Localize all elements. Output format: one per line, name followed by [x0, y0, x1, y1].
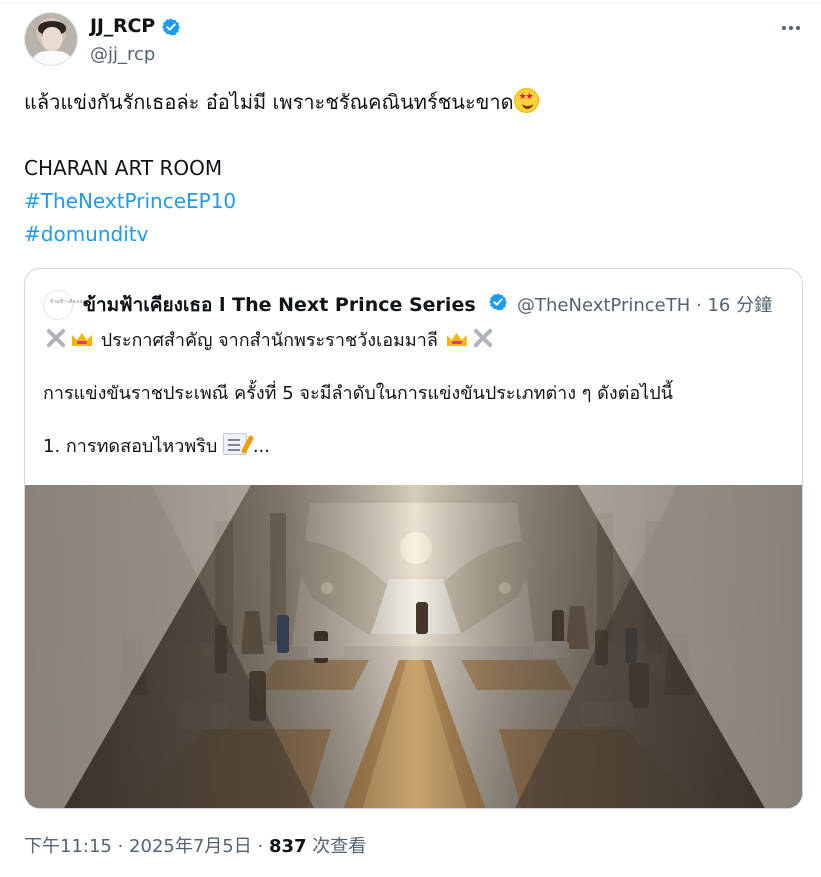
hashtag-link[interactable]: #TheNextPrinceEP10	[24, 185, 794, 218]
more-dot-icon	[796, 26, 800, 30]
top-edge	[0, 0, 821, 4]
avatar[interactable]	[24, 12, 78, 66]
palace-hall-illustration	[25, 485, 802, 808]
quoted-line-1: ประกาศสำคัญ จากสำนักพระราชวังเอมมาลี	[43, 325, 788, 356]
quoted-account-logo-text: ข้ามฟ้า เคียงเธอ	[50, 299, 86, 305]
quoted-time[interactable]: · 16 分鐘	[696, 295, 772, 316]
quoted-account-avatar[interactable]: ข้ามฟ้า เคียงเธอ	[43, 290, 86, 320]
emoji-mouth	[521, 103, 533, 109]
quoted-display-name[interactable]: ข้ามฟ้าเคียงเธอ l The Next Prince Series	[83, 290, 476, 320]
quoted-tweet-text: ประกาศสำคัญ จากสำนักพระราชวังเอมมาลี การ…	[43, 325, 788, 462]
account-handle[interactable]: @jj_rcp	[90, 44, 155, 65]
tweet-line-1: แล้วแข่งกันรักเธอล่ะ อ๋อไม่มี เพราะชรัณค…	[24, 86, 794, 119]
palace-hall-image[interactable]	[25, 485, 802, 808]
more-dot-icon	[789, 26, 793, 30]
quoted-handle-time[interactable]: @TheNextPrinceTH · 16 分鐘	[517, 291, 772, 317]
tweet-timestamp[interactable]: 下午11:15 · 2025年7月5日 ·	[24, 836, 263, 857]
quoted-tweet-header: ข้ามฟ้า เคียงเธอ ข้ามฟ้าเคียงเธอ l The N…	[43, 289, 785, 320]
memo-icon	[223, 433, 248, 455]
crossed-swords-icon	[43, 325, 69, 349]
tweet-metadata: 下午11:15 · 2025年7月5日 · 837 次查看	[24, 832, 366, 858]
crown-icon	[69, 325, 95, 349]
star-struck-icon	[513, 88, 539, 113]
avatar-face	[42, 27, 62, 51]
verified-badge-icon	[162, 18, 180, 36]
quoted-line-2: การแข่งขันราชประเพณี ครั้งที่ 5 จะมีลำดั…	[43, 383, 673, 404]
tweet-main-sentence: แล้วแข่งกันรักเธอล่ะ อ๋อไม่มี เพราะชรัณค…	[24, 90, 514, 114]
hashtag-link[interactable]: #domunditv	[24, 218, 794, 251]
crown-icon	[444, 325, 470, 349]
tweet-line-caption: CHARAN ART ROOM	[24, 156, 223, 180]
more-options-button[interactable]	[778, 16, 804, 40]
more-dot-icon	[782, 26, 786, 30]
tweet-text: แล้วแข่งกันรักเธอล่ะ อ๋อไม่มี เพราะชรัณค…	[24, 86, 794, 251]
quoted-announcement: ประกาศสำคัญ จากสำนักพระราชวังเอมมาลี	[100, 330, 438, 351]
quoted-line-3: 1. การทดสอบไหวพริบ ...	[43, 431, 788, 462]
quoted-handle[interactable]: @TheNextPrinceTH	[517, 295, 690, 316]
crossed-swords-icon	[470, 325, 496, 349]
views-label: 次查看	[312, 836, 367, 857]
quoted-tweet-card[interactable]: ข้ามฟ้า เคียงเธอ ข้ามฟ้าเคียงเธอ l The N…	[24, 268, 803, 809]
tweet-header: JJ_RCP @jj_rcp	[24, 12, 804, 68]
display-name[interactable]: JJ_RCP	[90, 15, 155, 37]
views-count: 837	[268, 836, 307, 857]
avatar-body	[33, 51, 71, 65]
quoted-ellipsis: ...	[252, 436, 270, 457]
quoted-list-item: 1. การทดสอบไหวพริบ	[43, 436, 218, 457]
verified-badge-icon	[489, 293, 507, 311]
